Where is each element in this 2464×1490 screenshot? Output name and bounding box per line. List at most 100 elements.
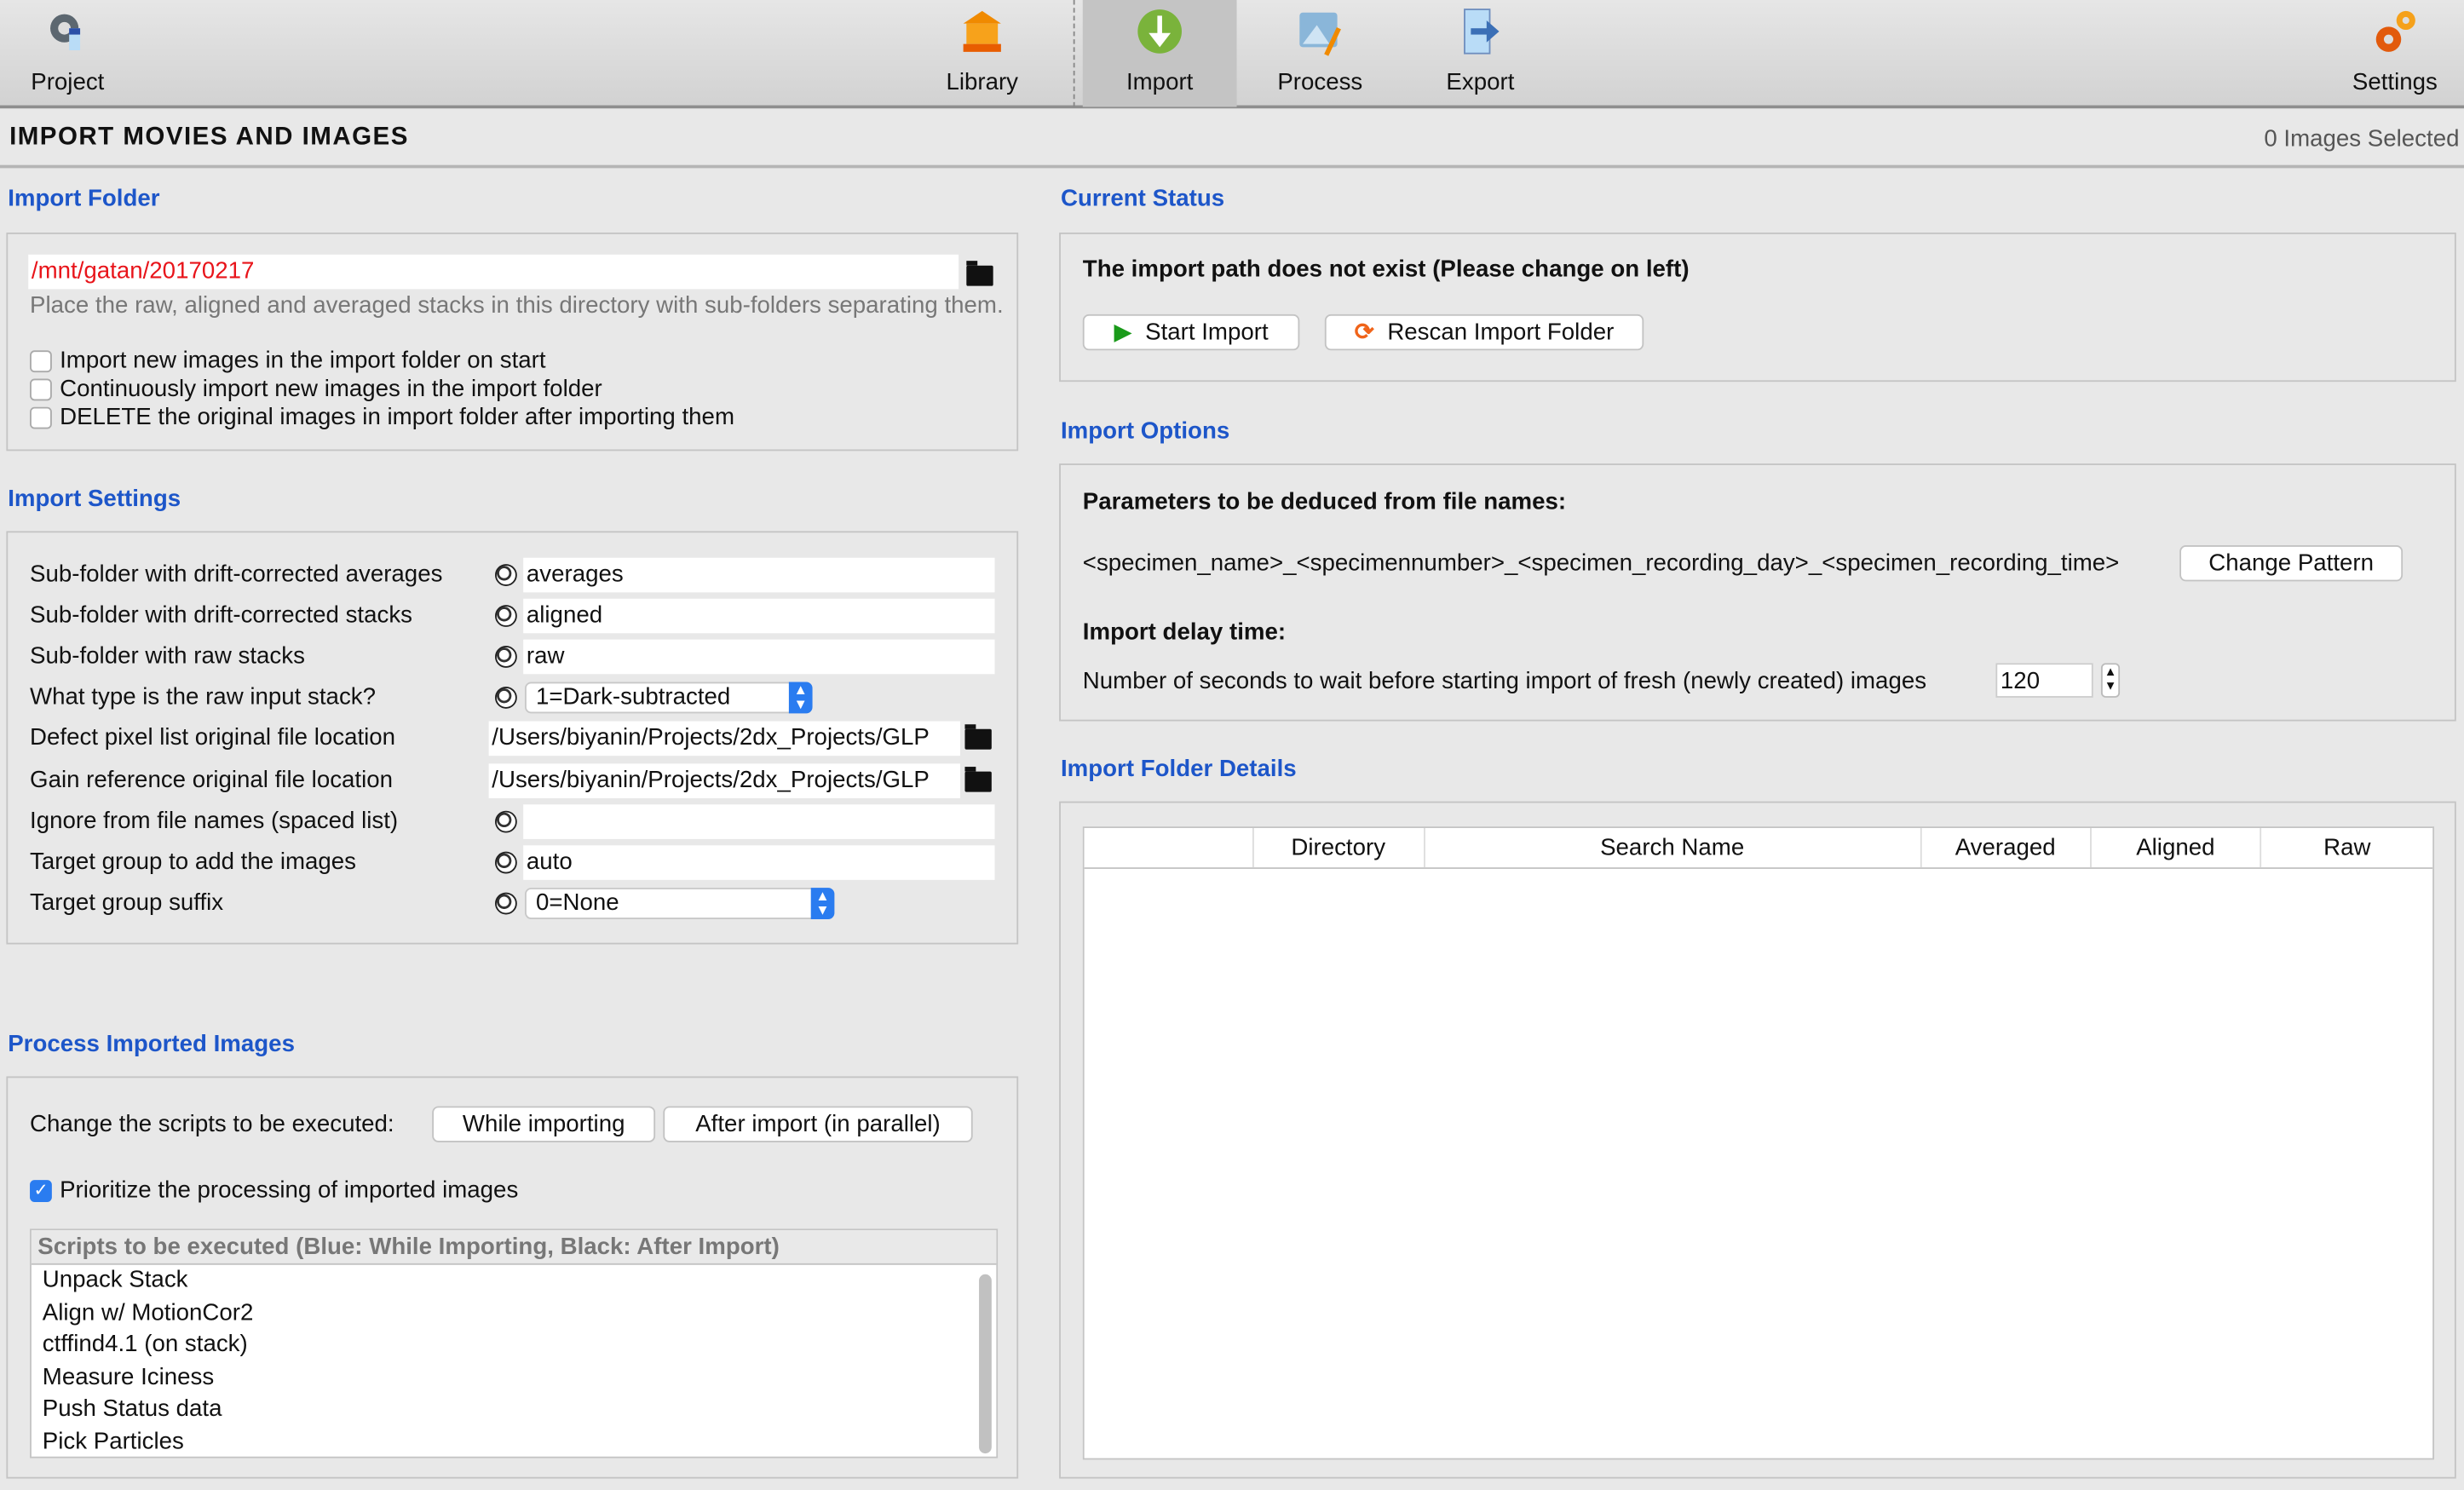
setting-input[interactable] (523, 803, 995, 839)
process-heading: Process Imported Images (8, 1030, 295, 1058)
rescan-label: Rescan Import Folder (1387, 319, 1615, 346)
setting-label: Defect pixel list original file location (30, 724, 396, 752)
folder-details-table[interactable]: Directory Search Name Averaged Aligned Raw (1082, 826, 2434, 1460)
column-header[interactable]: Raw (2262, 828, 2433, 867)
globe-icon[interactable] (494, 646, 517, 669)
prioritize-checkbox[interactable]: ✓ (30, 1180, 52, 1202)
globe-icon[interactable] (494, 687, 517, 710)
file-path-input[interactable]: /Users/biyanin/Projects/2dx_Projects/GLP (488, 722, 960, 757)
setting-input[interactable]: auto (523, 844, 995, 880)
setting-select[interactable]: 0=None ▲ ▼ (525, 887, 835, 919)
import-on-start-label: Import new images in the import folder o… (60, 347, 546, 374)
delay-title: Import delay time: (1082, 618, 1287, 647)
toolbar-library[interactable]: Library (927, 0, 1037, 106)
toolbar-divider (1073, 0, 1075, 107)
settings-gears-icon (2375, 10, 2415, 52)
setting-input[interactable]: aligned (523, 598, 995, 634)
import-path-input[interactable]: /mnt/gatan/20170217 (28, 254, 959, 290)
setting-input[interactable]: raw (523, 640, 995, 675)
column-header[interactable]: Search Name (1425, 827, 1922, 868)
folder-browse-icon[interactable] (964, 766, 992, 791)
folder-browse-icon[interactable] (966, 261, 993, 286)
folder-details-panel: Directory Search Name Averaged Aligned Raw (1059, 801, 2456, 1479)
status-message: The import path does not exist (Please c… (1082, 256, 1690, 283)
page-title: IMPORT MOVIES AND IMAGES (9, 124, 409, 152)
prioritize-label: Prioritize the processing of imported im… (60, 1176, 519, 1204)
script-item[interactable]: Unpack Stack (43, 1265, 997, 1297)
script-item[interactable]: Pick Particles (43, 1427, 997, 1459)
setting-input[interactable]: averages (523, 557, 995, 593)
setting-label: Sub-folder with drift-corrected averages (30, 561, 443, 588)
column-header[interactable]: Directory (1253, 827, 1425, 868)
script-item[interactable]: ctffind4.1 (on stack) (43, 1330, 997, 1362)
file-path-input[interactable]: /Users/biyanin/Projects/2dx_Projects/GLP (488, 762, 960, 798)
process-panel: Change the scripts to be executed: While… (6, 1076, 1019, 1479)
selection-count: 0 Images Selected (2264, 125, 2460, 152)
globe-icon[interactable] (494, 605, 517, 628)
toolbar-settings[interactable]: Settings (2338, 0, 2451, 106)
select-value: 0=None (535, 889, 619, 916)
change-scripts-label: Change the scripts to be executed: (30, 1110, 394, 1138)
import-settings-heading: Import Settings (8, 485, 181, 513)
delete-originals-checkbox[interactable] (30, 406, 52, 429)
toolbar-export[interactable]: Export (1425, 0, 1535, 106)
globe-icon[interactable] (494, 564, 517, 586)
filename-pattern: <specimen_name>_<specimennumber>_<specim… (1082, 549, 2120, 577)
export-icon (1464, 9, 1500, 55)
toolbar-import[interactable]: Import (1082, 0, 1237, 107)
continuous-import-label: Continuously import new images in the im… (60, 375, 602, 403)
setting-label: Target group suffix (30, 889, 224, 916)
import-folder-help: Place the raw, aligned and averaged stac… (30, 292, 1004, 319)
after-import-button[interactable]: After import (in parallel) (663, 1106, 973, 1142)
delay-input[interactable]: 120 (1995, 663, 2093, 698)
globe-icon[interactable] (494, 892, 517, 915)
scripts-list[interactable]: Scripts to be executed (Blue: While Impo… (30, 1228, 999, 1459)
script-item[interactable]: Measure Iciness (43, 1362, 997, 1395)
select-arrows-icon: ▲ ▼ (810, 887, 835, 919)
select-arrows-icon: ▲ ▼ (788, 682, 813, 714)
setting-label: Target group to add the images (30, 848, 357, 875)
select-value: 1=Dark-subtracted (535, 683, 731, 711)
start-import-label: Start Import (1145, 319, 1269, 346)
script-item[interactable]: Align w/ MotionCor2 (43, 1297, 997, 1330)
start-import-button[interactable]: ▶ Start Import (1082, 314, 1300, 351)
while-importing-button[interactable]: While importing (432, 1106, 656, 1142)
play-icon: ▶ (1114, 319, 1132, 346)
folder-browse-icon[interactable] (964, 724, 992, 751)
delay-stepper[interactable]: ▲ ▼ (2100, 663, 2121, 698)
scripts-scrollbar[interactable] (979, 1274, 992, 1454)
toolbar-project[interactable]: Project (13, 0, 123, 106)
change-pattern-button[interactable]: Change Pattern (2179, 545, 2404, 582)
setting-select[interactable]: 1=Dark-subtracted ▲ ▼ (525, 682, 813, 714)
column-header[interactable]: Averaged (1921, 827, 2092, 868)
script-item[interactable]: Push Status data (43, 1395, 997, 1427)
toolbar-process[interactable]: Process (1265, 0, 1375, 106)
delay-label: Number of seconds to wait before startin… (1082, 667, 1927, 695)
import-options-panel: Parameters to be deduced from file names… (1059, 463, 2456, 722)
globe-icon[interactable] (494, 851, 517, 873)
current-status-heading: Current Status (1060, 185, 1225, 212)
main-toolbar: Project Library Import Process Export Se… (0, 0, 2464, 109)
import-folder-heading: Import Folder (8, 185, 160, 212)
refresh-icon: ⟳ (1354, 319, 1374, 346)
params-title: Parameters to be deduced from file names… (1082, 488, 1567, 515)
continuous-import-checkbox[interactable] (30, 378, 52, 401)
import-options-heading: Import Options (1060, 417, 1230, 445)
page-header: IMPORT MOVIES AND IMAGES 0 Images Select… (0, 110, 2464, 169)
rescan-button[interactable]: ⟳ Rescan Import Folder (1324, 314, 1644, 351)
setting-label: Gain reference original file location (30, 766, 394, 793)
column-header[interactable] (1085, 827, 1254, 868)
import-on-start-checkbox[interactable] (30, 350, 52, 373)
delete-originals-label: DELETE the original images in import fol… (60, 404, 734, 431)
import-folder-panel: /mnt/gatan/20170217 Place the raw, align… (6, 232, 1019, 452)
import-download-icon (1137, 9, 1182, 54)
setting-label: Sub-folder with raw stacks (30, 642, 305, 670)
import-settings-panel: Sub-folder with drift-corrected averages… (6, 531, 1019, 945)
globe-icon[interactable] (494, 809, 517, 832)
column-header[interactable]: Aligned (2091, 827, 2262, 868)
project-gear-icon (50, 14, 81, 51)
setting-label: Ignore from file names (spaced list) (30, 807, 399, 834)
library-icon (963, 10, 1001, 52)
folder-details-heading: Import Folder Details (1060, 756, 1297, 783)
process-image-icon (1299, 12, 1341, 56)
